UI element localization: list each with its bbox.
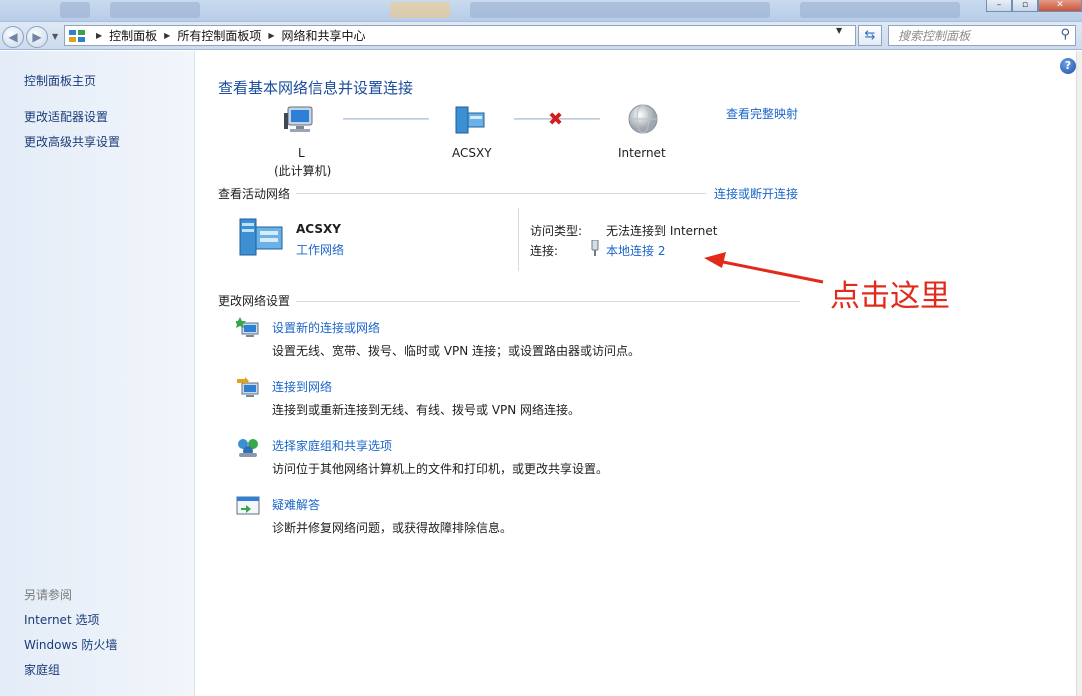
window-controls: – ▫ ✕: [986, 0, 1082, 12]
new-connection-icon: [236, 317, 259, 337]
toolbar-blur: [110, 2, 200, 18]
toolbar-blur: [470, 2, 770, 18]
connections-label: 连接:: [530, 244, 559, 258]
close-button[interactable]: ✕: [1038, 0, 1082, 12]
task-new-connection-desc: 设置无线、宽带、拨号、临时或 VPN 连接；或设置路由器或访问点。: [272, 344, 641, 358]
history-dropdown-icon[interactable]: ▼: [52, 32, 58, 41]
sidebar-homegroup-link[interactable]: 家庭组: [24, 661, 60, 678]
sidebar-advanced-sharing-link[interactable]: 更改高级共享设置: [24, 133, 120, 150]
task-connect-network-link[interactable]: 连接到网络: [272, 378, 332, 395]
sidebar: 控制面板主页 更改适配器设置 更改高级共享设置 另请参阅 Internet 选项…: [0, 51, 195, 696]
maximize-button[interactable]: ▫: [1012, 0, 1038, 12]
breadcrumb-network-center[interactable]: 网络和共享中心: [282, 27, 366, 44]
scroll-edge: [1076, 51, 1082, 696]
active-network-name: ACSXY: [296, 222, 341, 236]
breadcrumb-separator[interactable]: ▶: [96, 31, 102, 40]
page-title: 查看基本网络信息并设置连接: [218, 79, 414, 97]
map-link-line: [343, 118, 429, 120]
address-dropdown-icon[interactable]: ▼: [836, 26, 842, 35]
task-new-connection-link[interactable]: 设置新的连接或网络: [272, 319, 380, 336]
sidebar-adapter-settings-link[interactable]: 更改适配器设置: [24, 108, 108, 125]
toolbar-blur: [390, 2, 450, 18]
address-box[interactable]: ▶ 控制面板 ▶ 所有控制面板项 ▶ 网络和共享中心: [64, 25, 856, 46]
homegroup-icon: [238, 439, 258, 457]
task-homegroup-link[interactable]: 选择家庭组和共享选项: [272, 437, 392, 454]
network-icon[interactable]: [454, 105, 488, 135]
troubleshoot-icon: [236, 496, 260, 515]
annotation-text: 点击这里: [830, 279, 950, 314]
toolbar-blur: [60, 2, 90, 18]
map-computer-name: L: [298, 146, 305, 160]
task-connect-network-desc: 连接到或重新连接到无线、有线、拨号或 VPN 网络连接。: [272, 403, 581, 417]
access-type-value: 无法连接到 Internet: [606, 224, 718, 238]
connect-disconnect-link[interactable]: 连接或断开连接: [714, 185, 798, 202]
access-type-label: 访问类型:: [530, 224, 583, 238]
breadcrumb-separator[interactable]: ▶: [268, 31, 274, 40]
work-network-icon[interactable]: [236, 215, 286, 257]
task-homegroup-desc: 访问位于其他网络计算机上的文件和打印机，或更改共享设置。: [272, 462, 609, 476]
active-networks-heading: 查看活动网络: [218, 187, 291, 201]
ethernet-connection-icon[interactable]: [590, 240, 600, 256]
sidebar-firewall-link[interactable]: Windows 防火墙: [24, 636, 117, 653]
breadcrumb-control-panel[interactable]: 控制面板: [109, 27, 157, 44]
breadcrumb-all-items[interactable]: 所有控制面板项: [177, 27, 261, 44]
task-troubleshoot-desc: 诊断并修复网络问题，或获得故障排除信息。: [272, 521, 513, 535]
section-divider: [296, 301, 800, 302]
main-pane: ? 查看基本网络信息并设置连接 查看完整映射 L (此计算机) ACSXY ✖ …: [196, 51, 1082, 696]
forward-button[interactable]: ▶: [26, 26, 48, 48]
sidebar-home-link[interactable]: 控制面板主页: [24, 72, 96, 89]
address-bar: ◀ ▶ ▼ ▶ 控制面板 ▶ 所有控制面板项 ▶ 网络和共享中心 ▼ ⇆ ⚲: [0, 22, 1082, 50]
see-also-heading: 另请参阅: [24, 588, 73, 602]
internet-globe-icon[interactable]: [627, 103, 659, 135]
map-computer-sub: (此计算机): [274, 164, 332, 178]
toolbar-blur: [800, 2, 960, 18]
control-panel-icon: [69, 29, 85, 42]
network-type-link[interactable]: 工作网络: [296, 241, 344, 258]
disconnected-x-icon[interactable]: ✖: [548, 111, 563, 129]
local-connection-link[interactable]: 本地连接 2: [606, 242, 665, 259]
search-box: ⚲: [888, 25, 1076, 46]
back-button[interactable]: ◀: [2, 26, 24, 48]
search-icon[interactable]: ⚲: [1060, 27, 1070, 42]
map-network-name: ACSXY: [452, 146, 492, 160]
section-divider: [296, 193, 706, 194]
computer-icon[interactable]: [284, 105, 318, 135]
vertical-divider: [518, 208, 519, 271]
view-full-map-link[interactable]: 查看完整映射: [726, 105, 798, 122]
search-input[interactable]: [889, 26, 1049, 45]
change-settings-heading: 更改网络设置: [218, 294, 291, 308]
connect-network-icon: [237, 377, 259, 397]
help-icon[interactable]: ?: [1060, 58, 1076, 74]
map-internet-label: Internet: [618, 146, 666, 160]
minimize-button[interactable]: –: [986, 0, 1012, 12]
refresh-button[interactable]: ⇆: [858, 25, 882, 46]
window-title-strip: – ▫ ✕: [0, 0, 1082, 22]
task-troubleshoot-link[interactable]: 疑难解答: [272, 496, 320, 513]
breadcrumb-separator[interactable]: ▶: [164, 31, 170, 40]
sidebar-internet-options-link[interactable]: Internet 选项: [24, 611, 99, 628]
